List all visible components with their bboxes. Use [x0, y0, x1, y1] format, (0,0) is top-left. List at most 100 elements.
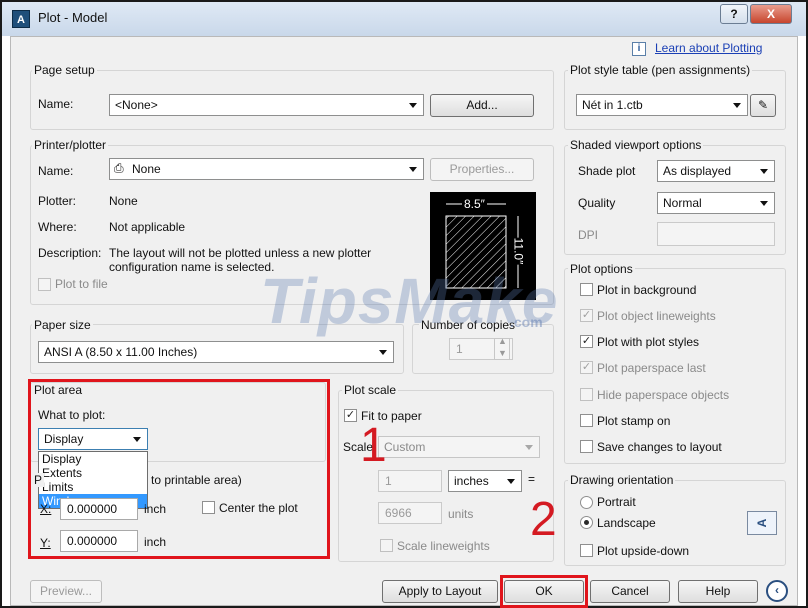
window-title: Plot - Model: [38, 10, 108, 25]
plot-scale-title: Plot scale: [342, 383, 399, 397]
plot-stamp-on-label: Plot stamp on: [597, 414, 671, 428]
shaded-viewport-title: Shaded viewport options: [568, 138, 704, 152]
printer-title: Printer/plotter: [32, 138, 109, 152]
annotation-marker-1: 1: [360, 419, 387, 472]
plotter-label: Plotter:: [38, 194, 77, 208]
equals-sign: =: [528, 472, 536, 486]
page-setup-title: Page setup: [32, 63, 97, 77]
learn-about-plotting-link[interactable]: Learn about Plotting: [655, 41, 762, 55]
cancel-button[interactable]: Cancel: [590, 580, 670, 603]
paper-size-title: Paper size: [32, 318, 93, 332]
plot-to-file-label: Plot to file: [55, 277, 108, 291]
properties-button[interactable]: Properties...: [430, 158, 534, 181]
chevron-left-icon: ‹: [775, 583, 779, 597]
page-setup-name-combo[interactable]: <None>: [109, 94, 424, 116]
printer-icon: ⎙: [114, 161, 124, 175]
preview-width-label: 8.5″: [462, 197, 487, 211]
plot-in-background-label: Plot in background: [597, 283, 697, 297]
plot-with-plot-styles-label: Plot with plot styles: [597, 335, 700, 349]
chevron-down-icon: [507, 479, 515, 484]
preview-button[interactable]: Preview...: [30, 580, 102, 603]
ok-highlight: [500, 575, 588, 608]
portrait-radio[interactable]: [580, 496, 593, 509]
tipsmake-watermark-suffix: .com: [510, 314, 543, 330]
scale-lineweights-label: Scale lineweights: [397, 539, 490, 553]
orientation-title: Drawing orientation: [568, 473, 676, 487]
copies-spinner[interactable]: ▲ ▼: [494, 336, 510, 360]
chevron-down-icon: [760, 201, 768, 206]
plot-object-lineweights-checkbox[interactable]: ✓: [580, 309, 593, 322]
spin-down-icon: ▼: [498, 348, 507, 358]
close-button[interactable]: X: [750, 4, 792, 24]
printer-name-combo[interactable]: ⎙ None: [109, 158, 424, 180]
scale-combo[interactable]: Custom: [378, 436, 540, 458]
quality-label: Quality: [578, 196, 616, 210]
edit-plot-style-button[interactable]: ✎: [750, 94, 776, 117]
expand-dialog-button[interactable]: ‹: [766, 580, 788, 602]
printer-name-value: None: [132, 162, 161, 176]
plot-paperspace-last-label: Plot paperspace last: [597, 361, 706, 375]
plot-with-plot-styles-checkbox[interactable]: ✓: [580, 335, 593, 348]
plot-dialog: A Plot - Model ? X i Learn about Plottin…: [0, 0, 808, 608]
title-bar[interactable]: A Plot - Model ? X: [2, 2, 806, 36]
shade-plot-value: As displayed: [663, 164, 732, 178]
dpi-input[interactable]: [657, 222, 775, 246]
paper-size-combo[interactable]: ANSI A (8.50 x 11.00 Inches): [38, 341, 394, 363]
plot-in-background-checkbox[interactable]: [580, 283, 593, 296]
description-line1: The layout will not be plotted unless a …: [109, 246, 372, 260]
scale-units-combo[interactable]: inches: [448, 470, 522, 492]
plot-object-lineweights-label: Plot object lineweights: [597, 309, 716, 323]
save-changes-checkbox[interactable]: [580, 440, 593, 453]
quality-combo[interactable]: Normal: [657, 192, 775, 214]
shade-plot-combo[interactable]: As displayed: [657, 160, 775, 182]
plot-to-file-checkbox[interactable]: [38, 278, 51, 291]
plot-options-title: Plot options: [568, 262, 635, 276]
autocad-app-icon: A: [12, 10, 30, 28]
info-icon: i: [632, 42, 646, 56]
where-value: Not applicable: [109, 220, 186, 234]
hide-paperspace-objects-checkbox[interactable]: [580, 388, 593, 401]
chevron-down-icon: [733, 103, 741, 108]
scale-units-value: inches: [454, 474, 489, 488]
plotter-value: None: [109, 194, 138, 208]
plot-style-title: Plot style table (pen assignments): [568, 63, 753, 77]
plot-area-highlight: [28, 379, 330, 559]
chevron-down-icon: [409, 103, 417, 108]
save-changes-label: Save changes to layout: [597, 440, 722, 454]
page-setup-name-label: Name:: [38, 97, 74, 111]
apply-to-layout-button[interactable]: Apply to Layout: [382, 580, 498, 603]
upside-down-checkbox[interactable]: [580, 544, 593, 557]
chevron-down-icon: [409, 167, 417, 172]
fit-to-paper-checkbox[interactable]: ✓: [344, 409, 357, 422]
portrait-label: Portrait: [597, 495, 636, 509]
add-button[interactable]: Add...: [430, 94, 534, 117]
scale-denominator-unit: units: [448, 507, 474, 521]
where-label: Where:: [38, 220, 77, 234]
scale-lineweights-checkbox[interactable]: [380, 539, 393, 552]
preview-height-label: 11.0″: [511, 237, 526, 265]
plot-stamp-on-checkbox[interactable]: [580, 414, 593, 427]
description-label: Description:: [38, 246, 102, 260]
landscape-orientation-icon: A: [747, 511, 777, 535]
chevron-down-icon: [760, 169, 768, 174]
shade-plot-label: Shade plot: [578, 164, 636, 178]
plot-style-combo[interactable]: Nét in 1.ctb: [576, 94, 748, 116]
pencil-icon: ✎: [757, 98, 769, 112]
upside-down-label: Plot upside-down: [597, 544, 690, 558]
plot-paperspace-last-checkbox[interactable]: ✓: [580, 361, 593, 374]
chevron-down-icon: [379, 350, 387, 355]
help-button[interactable]: Help: [678, 580, 758, 603]
landscape-label: Landscape: [597, 516, 656, 530]
annotation-marker-2: 2: [530, 493, 557, 546]
scale-value: Custom: [384, 440, 426, 454]
scale-denominator-input[interactable]: 6966: [378, 502, 442, 524]
description-line2: configuration name is selected.: [109, 260, 275, 274]
title-help-button[interactable]: ?: [720, 4, 748, 24]
dpi-label: DPI: [578, 228, 599, 242]
printer-name-label: Name:: [38, 164, 74, 178]
scale-numerator-input[interactable]: 1: [378, 470, 442, 492]
landscape-radio[interactable]: [580, 516, 593, 529]
chevron-down-icon: [525, 445, 533, 450]
plot-style-value: Nét in 1.ctb: [582, 98, 643, 112]
page-setup-name-value: <None>: [115, 98, 158, 112]
